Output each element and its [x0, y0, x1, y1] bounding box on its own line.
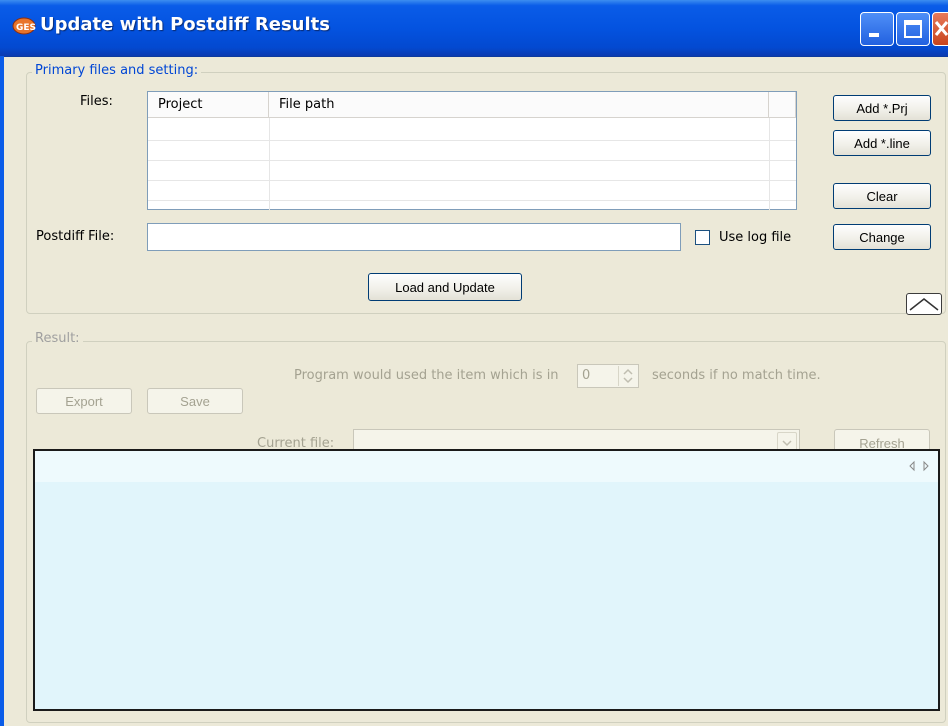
column-header-file-path[interactable]: File path	[269, 92, 769, 118]
use-log-file-label: Use log file	[719, 230, 792, 245]
program-text-after: seconds if no match time.	[652, 368, 821, 383]
primary-group-legend: Primary files and setting:	[32, 63, 202, 78]
window-title: Update with Postdiff Results	[40, 14, 330, 35]
table-col-line	[769, 118, 770, 210]
maximize-icon	[904, 20, 922, 38]
program-text-before: Program would used the item which is in	[294, 368, 559, 383]
add-line-button[interactable]: Add *.line	[833, 130, 931, 156]
table-row-line	[148, 160, 796, 161]
tab-scroll-arrows-icon[interactable]	[908, 460, 930, 472]
svg-text:GES: GES	[16, 23, 36, 33]
close-icon	[934, 21, 948, 36]
clear-button[interactable]: Clear	[833, 183, 931, 209]
title-bar: GES Update with Postdiff Results	[0, 0, 948, 57]
close-button[interactable]	[932, 12, 948, 46]
postdiff-file-label: Postdiff File:	[36, 229, 115, 244]
postdiff-file-input[interactable]	[147, 223, 681, 251]
column-header-project[interactable]: Project	[148, 92, 269, 118]
seconds-value: 0	[582, 368, 591, 383]
table-row-line	[148, 140, 796, 141]
table-row-line	[148, 180, 796, 181]
use-log-file-checkbox[interactable]	[695, 230, 710, 245]
load-and-update-button[interactable]: Load and Update	[368, 273, 522, 301]
files-label: Files:	[80, 94, 113, 109]
result-group-legend: Result:	[32, 331, 83, 346]
add-prj-button[interactable]: Add *.Prj	[833, 95, 931, 121]
seconds-spinner[interactable]: 0	[577, 364, 639, 388]
export-button[interactable]: Export	[36, 388, 132, 414]
spinner-arrows-icon	[623, 368, 633, 384]
change-button[interactable]: Change	[833, 224, 931, 250]
minimize-icon	[869, 33, 879, 37]
collapse-button[interactable]	[906, 293, 942, 315]
chevron-up-icon	[909, 298, 939, 311]
table-row-line	[148, 200, 796, 201]
table-col-line	[269, 118, 270, 210]
output-header	[35, 451, 938, 482]
app-icon: GES	[12, 17, 36, 35]
files-table[interactable]: Project File path	[147, 91, 797, 210]
minimize-button[interactable]	[860, 12, 894, 46]
save-button[interactable]: Save	[147, 388, 243, 414]
column-header-filler	[769, 92, 796, 118]
result-output-area[interactable]	[33, 449, 940, 711]
maximize-button[interactable]	[896, 12, 930, 46]
spinner-buttons[interactable]	[618, 366, 637, 386]
